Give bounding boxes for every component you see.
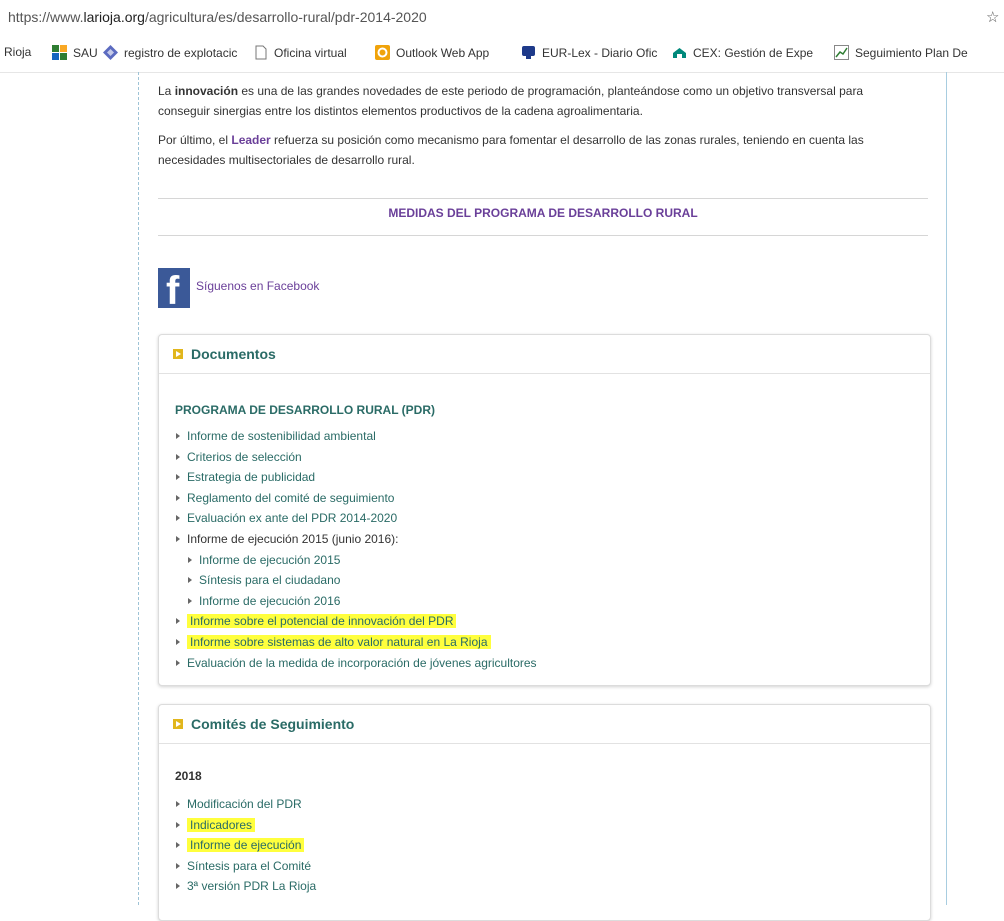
url-path: /agricultura/es/desarrollo-rural/pdr-201… — [144, 9, 427, 25]
divider — [158, 198, 928, 199]
url-text[interactable]: https://www.larioja.org/agricultura/es/d… — [8, 9, 427, 25]
link-text[interactable]: Informe de sostenibilidad ambiental — [187, 429, 376, 443]
bookmark-cex[interactable]: CEX: Gestión de Expe — [672, 45, 813, 60]
list-item[interactable]: Informe de sostenibilidad ambiental — [175, 426, 537, 447]
facebook-icon[interactable]: f — [158, 268, 190, 313]
list-item[interactable]: Evaluación de la medida de incorporación… — [175, 653, 537, 674]
text: La — [158, 84, 175, 98]
list-item[interactable]: Informe de ejecución 2015 — [187, 550, 537, 571]
content-right-border — [946, 72, 947, 905]
address-bar[interactable]: https://www.larioja.org/agricultura/es/d… — [0, 0, 1004, 34]
link-text-highlighted[interactable]: Informe sobre el potencial de innovación… — [187, 614, 457, 629]
link-text[interactable]: Síntesis para el Comité — [187, 859, 311, 873]
link-text[interactable]: Modificación del PDR — [187, 797, 302, 811]
link-text[interactable]: Evaluación ex ante del PDR 2014-2020 — [187, 511, 397, 525]
cex-icon — [672, 45, 687, 60]
documentos-list: Informe de sostenibilidad ambiental Crit… — [175, 426, 537, 673]
facebook-link[interactable]: Síguenos en Facebook — [196, 279, 319, 293]
content-left-border — [138, 72, 139, 905]
list-item[interactable]: Informe de ejecución 2016 — [187, 591, 537, 612]
documentos-panel: Documentos PROGRAMA DE DESARROLLO RURAL … — [158, 334, 931, 686]
list-item[interactable]: 3ª versión PDR La Rioja — [175, 876, 316, 897]
list-item[interactable]: Síntesis para el Comité — [175, 856, 316, 877]
text: es una de las grandes novedades de este … — [238, 84, 864, 98]
list-item[interactable]: Informe de ejecución — [175, 835, 316, 856]
comites-panel: Comités de Seguimiento 2018 Modificación… — [158, 704, 931, 921]
link-text[interactable]: Criterios de selección — [187, 450, 302, 464]
list-item[interactable]: Criterios de selección — [175, 447, 537, 468]
url-domain: larioja.org — [83, 9, 145, 25]
link-text[interactable]: Evaluación de la medida de incorporación… — [187, 656, 537, 670]
intro-paragraph-innovacion: La innovación es una de las grandes nove… — [158, 81, 918, 121]
bold-text: innovación — [174, 84, 239, 98]
link-text[interactable]: Síntesis para el ciudadano — [199, 573, 340, 587]
bookmark-label: Oficina virtual — [274, 45, 347, 60]
bookmark-label: Rioja — [4, 45, 32, 59]
text: conseguir sinergias entre los distintos … — [158, 104, 643, 118]
documentos-header: Documentos — [159, 335, 930, 374]
list-item[interactable]: Reglamento del comité de seguimiento — [175, 488, 537, 509]
link-text-highlighted[interactable]: Informe sobre sistemas de alto valor nat… — [187, 634, 491, 649]
bookmarks-bar: Rioja SAU registro de explotacic Oficina… — [0, 34, 1004, 73]
arrow-box-icon — [173, 349, 183, 359]
link-text-highlighted[interactable]: Informe de ejecución — [187, 838, 305, 853]
text: refuerza su posición como mecanismo para… — [270, 133, 864, 147]
leader-link[interactable]: Leader — [231, 133, 270, 147]
link-text[interactable]: 3ª versión PDR La Rioja — [187, 879, 316, 893]
list-item: Informe de ejecución 2015 (junio 2016): — [175, 529, 537, 550]
text: necesidades multisectoriales de desarrol… — [158, 153, 415, 167]
list-item[interactable]: Indicadores — [175, 815, 316, 836]
divider — [158, 235, 928, 236]
comites-header: Comités de Seguimiento — [159, 705, 930, 744]
bookmark-outlook[interactable]: Outlook Web App — [375, 45, 489, 60]
facebook-letter: f — [166, 269, 180, 313]
url-prefix: https://www. — [8, 9, 84, 25]
bookmark-star-icon[interactable]: ☆ — [986, 8, 999, 26]
bookmark-label: EUR-Lex - Diario Ofic — [542, 45, 658, 60]
bookmark-registro[interactable]: registro de explotacic — [103, 45, 237, 60]
pdr-subtitle: PROGRAMA DE DESARROLLO RURAL (PDR) — [175, 403, 435, 417]
comites-title: Comités de Seguimiento — [191, 716, 355, 732]
list-item[interactable]: Estrategia de publicidad — [175, 467, 537, 488]
eurlex-icon — [521, 45, 536, 60]
list-item[interactable]: Modificación del PDR — [175, 794, 316, 815]
outlook-icon — [375, 45, 390, 60]
link-text[interactable]: Informe de ejecución 2016 — [199, 594, 340, 608]
bookmark-label: CEX: Gestión de Expe — [693, 45, 814, 60]
year-heading: 2018 — [175, 769, 202, 783]
documentos-title: Documentos — [191, 346, 276, 362]
intro-paragraph-leader: Por último, el Leader refuerza su posici… — [158, 130, 918, 170]
medidas-link[interactable]: MEDIDAS DEL PROGRAMA DE DESARROLLO RURAL — [158, 206, 928, 220]
bookmark-label: registro de explotacic — [124, 45, 238, 60]
link-text[interactable]: Estrategia de publicidad — [187, 470, 315, 484]
bookmark-label: Outlook Web App — [396, 45, 490, 60]
bookmark-sau[interactable]: SAU — [52, 45, 98, 60]
comites-list: Modificación del PDR Indicadores Informe… — [175, 794, 316, 897]
bookmark-seguimiento[interactable]: Seguimiento Plan De — [834, 45, 968, 60]
link-text[interactable]: Reglamento del comité de seguimiento — [187, 491, 394, 505]
arrow-box-icon — [173, 719, 183, 729]
diamond-icon — [103, 45, 118, 60]
bookmark-oficina-virtual[interactable]: Oficina virtual — [253, 45, 347, 60]
link-text[interactable]: Informe de ejecución 2015 — [199, 553, 340, 567]
bookmark-label: Seguimiento Plan De — [855, 45, 968, 60]
sau-grid-icon — [52, 45, 67, 60]
list-item[interactable]: Informe sobre sistemas de alto valor nat… — [175, 632, 537, 653]
list-text: Informe de ejecución 2015 (junio 2016): — [187, 531, 399, 546]
page-icon — [253, 45, 268, 60]
list-item[interactable]: Evaluación ex ante del PDR 2014-2020 — [175, 508, 537, 529]
chart-icon — [834, 45, 849, 60]
text: Por último, el — [158, 133, 232, 147]
list-item[interactable]: Síntesis para el ciudadano — [187, 570, 537, 591]
list-item[interactable]: Informe sobre el potencial de innovación… — [175, 611, 537, 632]
bookmark-label: SAU — [73, 45, 98, 60]
link-text-highlighted[interactable]: Indicadores — [187, 817, 256, 832]
bookmark-eurlex[interactable]: EUR-Lex - Diario Ofic — [521, 45, 657, 60]
bookmark-rioja[interactable]: Rioja — [4, 45, 31, 59]
